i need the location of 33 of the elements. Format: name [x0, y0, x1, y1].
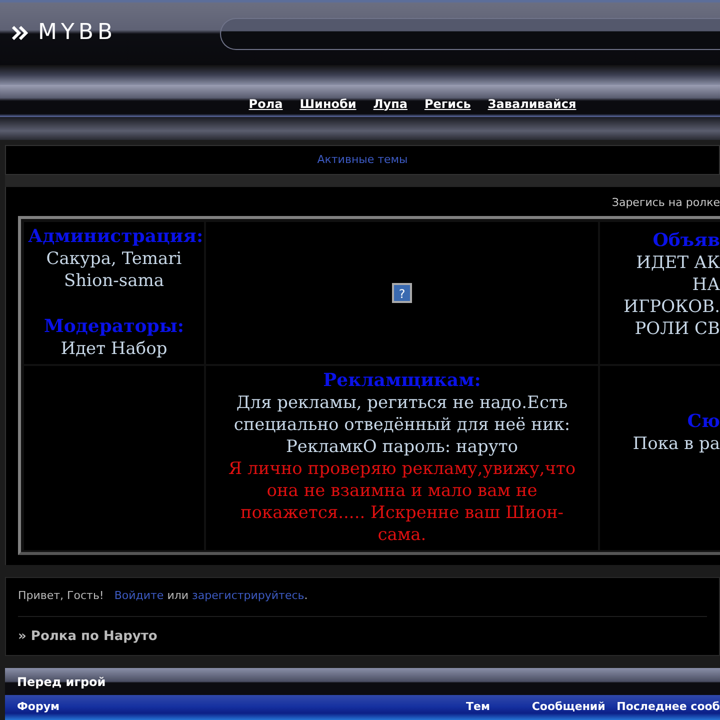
section-title: Рекламщикам: [323, 370, 481, 390]
nav-link[interactable]: Шиноби [300, 94, 356, 112]
nav-link[interactable]: Рола [248, 94, 283, 112]
section-title: Администрация: [28, 226, 204, 246]
admin-name: Сакура, Temari [46, 248, 182, 268]
column-header: Сообщений [532, 699, 606, 716]
announcement-text: РОЛИ СВ [634, 318, 720, 338]
section-title: Объяв [652, 230, 720, 250]
announcement-text: ИДЕТ АК [636, 252, 720, 272]
column-header: Тем [466, 699, 491, 716]
broken-image-icon: ? [392, 282, 412, 302]
ads-warning: Я лично проверяю рекламу,увижу,что она не взаимна и мало вам не покажется..... Искренне ваш Шион-сама. [227, 458, 577, 546]
nav-link[interactable]: Заваливайся [488, 94, 576, 112]
nav-link[interactable]: Регись [424, 94, 471, 112]
announcement-text: ИГРОКОВ. [624, 296, 720, 316]
moderator-text: Идет Набор [60, 338, 168, 358]
column-header: Последнее сооб [616, 699, 720, 716]
column-header: Форум [17, 699, 61, 716]
or-text: или [167, 588, 189, 602]
admin-name: Shion-sama [64, 270, 164, 290]
greeting-text: Привет, Гость! [18, 588, 104, 602]
ads-text: Для рекламы, региться не надо.Есть специально отведённый для неё ник: РекламкО пароль: наруто [232, 392, 572, 458]
breadcrumb-text: » Ролка по Наруто [18, 629, 158, 644]
plot-text: Пока в ра [632, 434, 720, 454]
chevron-icon [12, 26, 28, 40]
period-text: . [304, 588, 308, 602]
section-title: Сю [687, 410, 720, 432]
announcement-text: НА [692, 274, 720, 294]
nav-link[interactable]: Лупа [373, 94, 408, 112]
section-title: Модераторы: [44, 316, 184, 336]
announcement-text: Зарегись на ролке [612, 196, 720, 209]
site-logo[interactable]: MYBB [38, 22, 117, 44]
category-title: Перед игрой [17, 674, 106, 688]
